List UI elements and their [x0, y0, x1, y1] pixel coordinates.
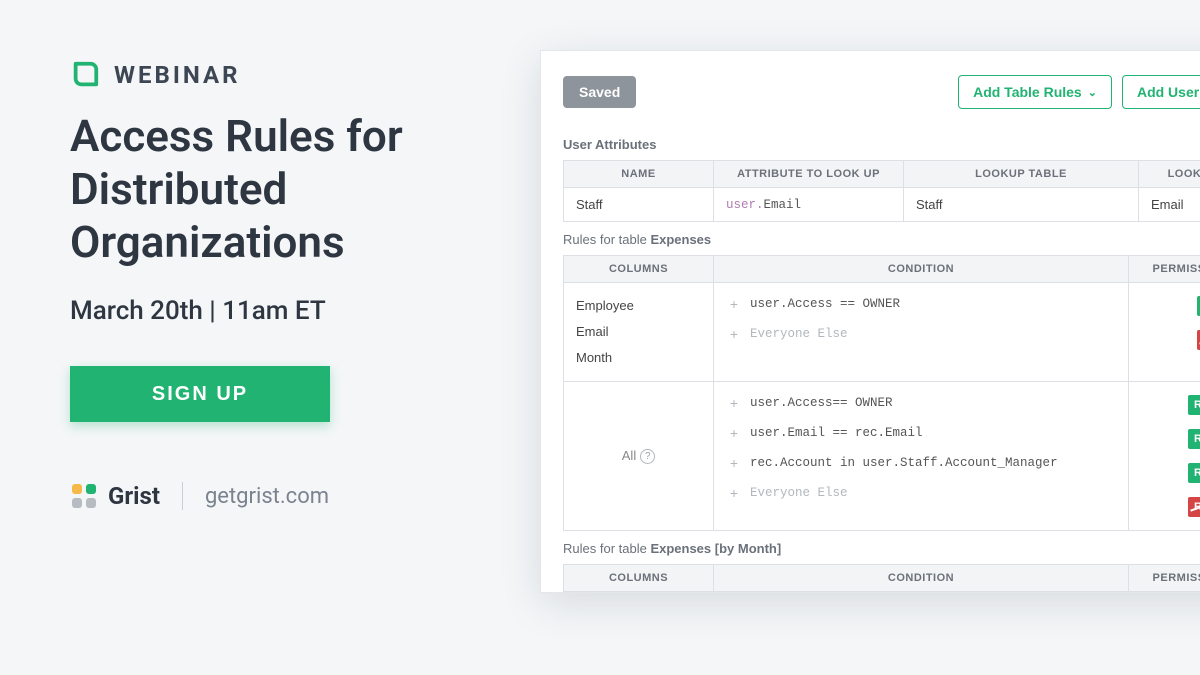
add-icon[interactable]: + — [726, 395, 742, 411]
ua-name: Staff — [564, 188, 714, 222]
permission-badges[interactable]: RUC — [1188, 494, 1200, 520]
add-icon[interactable]: + — [726, 485, 742, 501]
screenshot-panel: Saved Add Table Rules ⌄ Add User Att Use… — [510, 0, 1200, 675]
brand-name: Grist — [108, 482, 160, 510]
ua-column: Email — [1139, 188, 1200, 222]
col-lookup-column: LOOKUP C — [1139, 161, 1200, 188]
add-table-rules-label: Add Table Rules — [973, 84, 1082, 100]
rule-conditions: +user.Access == OWNER +Everyone Else — [714, 283, 1129, 382]
datetime-label: March 20th | 11am ET — [70, 296, 470, 326]
add-icon[interactable]: + — [726, 296, 742, 312]
col-permissions: PERMISSIONS — [1129, 256, 1200, 283]
col-lookup-table: LOOKUP TABLE — [904, 161, 1139, 188]
webinar-label: WEBINAR — [114, 61, 240, 89]
user-attributes-table: NAME ATTRIBUTE TO LOOK UP LOOKUP TABLE L… — [563, 160, 1200, 222]
permission-badges[interactable]: RUC — [1188, 460, 1200, 486]
permission-badges[interactable]: RUC — [1188, 392, 1200, 418]
brand-url: getgrist.com — [205, 484, 329, 509]
add-icon[interactable]: + — [726, 326, 742, 342]
col-permissions: PERMISSIONS — [1129, 565, 1200, 592]
col-columns: COLUMNS — [564, 256, 714, 283]
promo-panel: WEBINAR Access Rules for Distributed Org… — [0, 0, 510, 675]
leaf-icon — [70, 60, 100, 90]
ua-table: Staff — [904, 188, 1139, 222]
access-rules-screenshot: Saved Add Table Rules ⌄ Add User Att Use… — [540, 50, 1200, 593]
footer: Grist getgrist.com — [70, 482, 470, 510]
rule-columns: Employee Email Month — [564, 283, 714, 382]
col-attribute: ATTRIBUTE TO LOOK UP — [714, 161, 904, 188]
rule-permissions: RUC RUC RUC RUC — [1129, 382, 1200, 531]
col-condition: CONDITION — [714, 565, 1129, 592]
col-name: NAME — [564, 161, 714, 188]
rule-permissions: RU⌄ RU⌄ — [1129, 283, 1200, 382]
saved-button[interactable]: Saved — [563, 76, 636, 108]
table-row[interactable]: Employee Email Month +user.Access == OWN… — [564, 283, 1200, 382]
rules-expenses-table: COLUMNS CONDITION PERMISSIONS Employee E… — [563, 255, 1200, 531]
add-icon[interactable]: + — [726, 425, 742, 441]
col-columns: COLUMNS — [564, 565, 714, 592]
table-header-row: COLUMNS CONDITION PERMISSIONS — [564, 256, 1200, 283]
help-icon[interactable]: ? — [640, 449, 655, 464]
screenshot-toolbar: Saved Add Table Rules ⌄ Add User Att — [541, 75, 1200, 127]
footer-divider — [182, 482, 183, 510]
table-row[interactable]: Staff user.Email Staff Email — [564, 188, 1200, 222]
grist-mark-icon — [70, 482, 98, 510]
table-row[interactable]: All? +user.Access== OWNER +user.Email ==… — [564, 382, 1200, 531]
ua-attribute: user.Email — [714, 188, 904, 222]
rules-expenses-by-month-heading: Rules for table Expenses [by Month] — [541, 531, 1200, 564]
webinar-eyebrow: WEBINAR — [70, 60, 470, 90]
permission-badges[interactable]: RUC — [1188, 426, 1200, 452]
table-header-row: COLUMNS CONDITION PERMISSIONS — [564, 565, 1200, 592]
rules-expenses-by-month-table: COLUMNS CONDITION PERMISSIONS — [563, 564, 1200, 592]
add-icon[interactable]: + — [726, 455, 742, 471]
rule-columns-all: All? — [564, 382, 714, 531]
user-attributes-heading: User Attributes — [541, 127, 1200, 160]
page-title: Access Rules for Distributed Organizatio… — [70, 110, 470, 268]
chevron-down-icon: ⌄ — [1088, 86, 1097, 99]
add-table-rules-button[interactable]: Add Table Rules ⌄ — [958, 75, 1112, 109]
col-condition: CONDITION — [714, 256, 1129, 283]
table-header-row: NAME ATTRIBUTE TO LOOK UP LOOKUP TABLE L… — [564, 161, 1200, 188]
rule-conditions: +user.Access== OWNER +user.Email == rec.… — [714, 382, 1129, 531]
add-user-attributes-button[interactable]: Add User Att — [1122, 75, 1200, 109]
grist-logo: Grist — [70, 482, 160, 510]
signup-button[interactable]: SIGN UP — [70, 366, 330, 422]
rules-expenses-heading: Rules for table Expenses — [541, 222, 1200, 255]
